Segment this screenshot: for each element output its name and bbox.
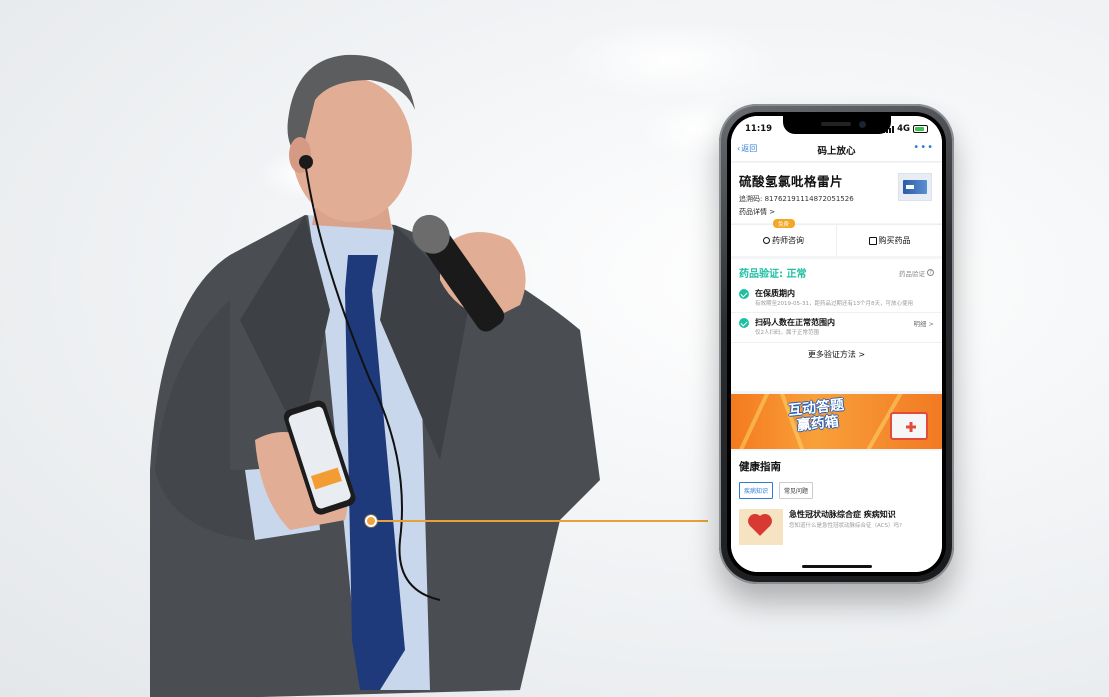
health-tabs: 疾病知识 常见问题 — [739, 482, 934, 499]
verification-help[interactable]: 药品验证 ? — [899, 268, 934, 278]
promo-banner[interactable]: 互动答题 赢药箱 — [731, 394, 942, 449]
question-icon: ? — [927, 269, 934, 276]
network-label: 4G — [897, 124, 910, 134]
chevron-left-icon: ‹ — [737, 144, 741, 153]
tab-faq[interactable]: 常见问题 — [779, 482, 814, 499]
pharmacist-consult-button[interactable]: 免费 药师咨询 — [731, 219, 836, 256]
back-button[interactable]: ‹ 返回 — [737, 143, 757, 154]
shopping-bag-icon — [868, 236, 877, 245]
phone-bezel: 11:19 4G ‹ 返回 码上放心 ••• 硫酸氢氯吡格雷片 追溯码: 817… — [727, 112, 946, 576]
home-indicator — [801, 565, 872, 568]
free-badge: 免费 — [772, 219, 795, 228]
speaker-grille — [820, 122, 851, 126]
verification-item-desc: 仅2人扫码，属于正常范围 — [755, 330, 820, 337]
drug-info-card: 硫酸氢氯吡格雷片 追溯码: 81762191114872051526 药品详情 … — [731, 163, 942, 223]
check-circle-icon — [739, 289, 749, 299]
health-guide-panel: 健康指南 疾病知识 常见问题 急性冠状动脉综合症 疾病知识 您知道什么是急性冠状… — [731, 451, 942, 572]
health-guide-title: 健康指南 — [739, 461, 781, 473]
verification-help-label: 药品验证 — [899, 269, 925, 278]
article-desc: 您知道什么是急性冠状动脉综合征（ACS）吗? — [789, 523, 902, 529]
nav-title: 码上放心 — [817, 145, 856, 157]
presenter-illustration — [150, 54, 600, 697]
front-camera — [858, 121, 866, 128]
medicine-box-icon — [890, 412, 928, 440]
consult-label: 药师咨询 — [772, 236, 804, 245]
article-item[interactable]: 急性冠状动脉综合症 疾病知识 您知道什么是急性冠状动脉综合征（ACS）吗? — [739, 509, 934, 545]
photo-stage: 11:19 4G ‹ 返回 码上放心 ••• 硫酸氢氯吡格雷片 追溯码: 817… — [0, 0, 1109, 697]
verification-item: 扫码人数在正常范围内 仅2人扫码，属于正常范围 明细 > — [731, 313, 942, 343]
verification-item: 在保质期内 有效期至2019-05-31，距药品过期还有13个月8天，可放心使用 — [731, 284, 942, 314]
earpiece — [299, 155, 313, 169]
more-verification-methods-link[interactable]: 更多验证方法 > — [731, 343, 942, 366]
back-label: 返回 — [741, 144, 758, 153]
article-title: 急性冠状动脉综合症 疾病知识 — [789, 510, 896, 519]
verification-header: 药品验证: 正常 药品验证 ? — [731, 259, 942, 284]
drug-package-image — [898, 173, 932, 201]
action-row: 免费 药师咨询 购买药品 — [731, 219, 942, 256]
scan-detail-link[interactable]: 明细 > — [913, 318, 934, 328]
tab-disease-knowledge[interactable]: 疾病知识 — [739, 482, 774, 499]
heart-icon — [750, 516, 770, 536]
verification-panel: 药品验证: 正常 药品验证 ? 在保质期内 有效期至2019-05-31，距药品… — [731, 259, 942, 391]
buy-label: 购买药品 — [878, 236, 911, 245]
verification-item-desc: 有效期至2019-05-31，距药品过期还有13个月8天，可放心使用 — [755, 301, 913, 307]
check-circle-icon — [739, 318, 749, 329]
more-menu-icon[interactable]: ••• — [913, 142, 934, 153]
phone-screen: 11:19 4G ‹ 返回 码上放心 ••• 硫酸氢氯吡格雷片 追溯码: 817… — [731, 116, 942, 572]
status-time: 11:19 — [745, 124, 773, 134]
verification-status: 药品验证: 正常 — [739, 269, 807, 280]
drug-detail-link[interactable]: 药品详情 > — [739, 207, 934, 217]
verification-item-title: 扫码人数在正常范围内 — [755, 318, 835, 328]
nav-bar: ‹ 返回 码上放心 ••• — [731, 138, 942, 162]
article-thumbnail — [739, 509, 783, 545]
phone-notch — [782, 116, 891, 134]
verification-item-title: 在保质期内 — [755, 289, 795, 298]
pharmacist-icon — [763, 237, 770, 244]
battery-icon — [913, 125, 928, 133]
callout-line — [371, 520, 708, 522]
callout-dot — [365, 515, 377, 527]
phone-mockup: 11:19 4G ‹ 返回 码上放心 ••• 硫酸氢氯吡格雷片 追溯码: 817… — [719, 104, 954, 584]
promo-headline: 互动答题 赢药箱 — [787, 397, 846, 435]
buy-drug-button[interactable]: 购买药品 — [836, 225, 942, 256]
